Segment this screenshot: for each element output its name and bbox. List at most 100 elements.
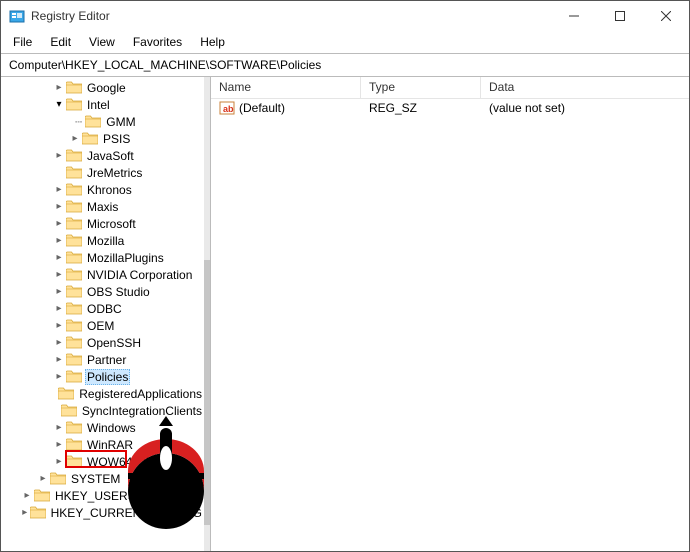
collapse-icon[interactable]: ▾: [53, 99, 65, 110]
window-title: Registry Editor: [31, 9, 110, 23]
tree-node-label: HKEY_USERS: [53, 489, 138, 503]
folder-icon: [66, 421, 82, 434]
tree-scroll-thumb[interactable]: [204, 260, 210, 525]
tree-node-label: Microsoft: [85, 217, 138, 231]
tree-node[interactable]: •SyncIntegrationClients: [5, 402, 204, 419]
tree-node-label: Mozilla: [85, 234, 126, 248]
column-name[interactable]: Name: [211, 77, 361, 98]
folder-icon: [50, 472, 66, 485]
tree-node[interactable]: ▸Maxis: [5, 198, 204, 215]
expand-icon[interactable]: ▸: [53, 337, 65, 348]
close-button[interactable]: [643, 1, 689, 31]
expand-icon[interactable]: ▸: [53, 371, 65, 382]
expand-icon[interactable]: ▸: [21, 507, 29, 518]
tree-node[interactable]: ▸ ODBC: [5, 300, 204, 317]
tree-node[interactable]: ▸ NVIDIA Corporation: [5, 266, 204, 283]
regedit-icon: [9, 8, 25, 24]
tree-node[interactable]: ▸JavaSoft: [5, 147, 204, 164]
maximize-button[interactable]: [597, 1, 643, 31]
tree-node-label: SyncIntegrationClients: [80, 404, 204, 418]
expand-icon[interactable]: ▸: [53, 201, 65, 212]
expand-icon[interactable]: ▸: [53, 252, 65, 263]
tree-node[interactable]: ▸ SYSTEM: [5, 470, 204, 487]
tree-node-label: Khronos: [85, 183, 134, 197]
expand-icon[interactable]: ▸: [53, 320, 65, 331]
tree-node-label: ODBC: [85, 302, 124, 316]
folder-icon: [66, 183, 82, 196]
tree-node[interactable]: ▾Intel: [5, 96, 204, 113]
folder-icon: [66, 268, 82, 281]
expand-icon[interactable]: ▸: [53, 456, 65, 467]
tree-node[interactable]: ▸ PSIS: [5, 130, 204, 147]
folder-icon: [66, 200, 82, 213]
folder-icon: [66, 251, 82, 264]
expand-icon[interactable]: ▸: [69, 133, 81, 144]
address-input[interactable]: [7, 57, 683, 73]
menu-favorites[interactable]: Favorites: [125, 33, 190, 51]
values-pane[interactable]: Name Type Data ab(Default)REG_SZ(value n…: [211, 77, 689, 551]
tree-node[interactable]: •┄GMM: [5, 113, 204, 130]
tree-node[interactable]: •JreMetrics: [5, 164, 204, 181]
tree-node[interactable]: ▸ HKEY_CURRENT_CONFIG: [5, 504, 204, 521]
tree-node[interactable]: ▸Partner: [5, 351, 204, 368]
expand-icon[interactable]: ▸: [53, 286, 65, 297]
tree-node-label: Policies: [85, 369, 130, 385]
menu-edit[interactable]: Edit: [42, 33, 79, 51]
tree-node[interactable]: •RegisteredApplications: [5, 385, 204, 402]
tree-node[interactable]: ▸ OBS Studio: [5, 283, 204, 300]
folder-icon: [66, 217, 82, 230]
expand-icon[interactable]: ▸: [53, 235, 65, 246]
expand-icon[interactable]: ▸: [53, 184, 65, 195]
menu-view[interactable]: View: [81, 33, 123, 51]
menu-bar: FileEditViewFavoritesHelp: [1, 31, 689, 53]
column-data[interactable]: Data: [481, 77, 689, 98]
expand-icon[interactable]: ▸: [53, 150, 65, 161]
minimize-button[interactable]: [551, 1, 597, 31]
menu-file[interactable]: File: [5, 33, 40, 51]
tree-node[interactable]: ▸ HKEY_USERS: [5, 487, 204, 504]
tree-pane[interactable]: ▸Google▾Intel•┄GMM ▸ PSIS▸JavaSoft•JreMetr…: [1, 77, 211, 551]
address-bar[interactable]: [1, 53, 689, 77]
title-bar[interactable]: Registry Editor: [1, 1, 689, 31]
tree-node[interactable]: ▸OEM: [5, 317, 204, 334]
menu-help[interactable]: Help: [192, 33, 233, 51]
expand-icon[interactable]: ▸: [53, 82, 65, 93]
tree-node-label: PSIS: [101, 132, 132, 146]
expand-icon[interactable]: ▸: [21, 490, 33, 501]
tree-node[interactable]: ▸MozillaPlugins: [5, 249, 204, 266]
value-data: (value not set): [481, 101, 689, 115]
expand-icon[interactable]: ▸: [53, 269, 65, 280]
tree-node-label: HKEY_CURRENT_CONFIG: [49, 506, 204, 520]
folder-icon: [66, 438, 82, 451]
tree-node-label: OBS Studio: [85, 285, 152, 299]
values-header[interactable]: Name Type Data: [211, 77, 689, 99]
folder-icon: [82, 132, 98, 145]
folder-icon: [66, 319, 82, 332]
column-type[interactable]: Type: [361, 77, 481, 98]
expand-icon[interactable]: ▸: [53, 354, 65, 365]
tree-node-label: SYSTEM: [69, 472, 122, 486]
expand-icon[interactable]: ▸: [53, 218, 65, 229]
folder-icon: [34, 489, 50, 502]
tree-node[interactable]: ▸ Microsoft: [5, 215, 204, 232]
folder-icon: [66, 285, 82, 298]
tree-node[interactable]: ▸ WinRAR: [5, 436, 204, 453]
tree-node[interactable]: ▸ Policies: [5, 368, 204, 385]
expand-icon[interactable]: ▸: [37, 473, 49, 484]
tree-node[interactable]: ▸Google: [5, 79, 204, 96]
expand-icon[interactable]: ▸: [53, 439, 65, 450]
tree-node[interactable]: ▸WOW6432Node: [5, 453, 204, 470]
folder-icon: [66, 81, 82, 94]
tree-node[interactable]: ▸OpenSSH: [5, 334, 204, 351]
tree-node[interactable]: ▸ Mozilla: [5, 232, 204, 249]
expand-icon[interactable]: ▸: [53, 422, 65, 433]
tree-node[interactable]: ▸Windows: [5, 419, 204, 436]
tree-node-label: WinRAR: [85, 438, 135, 452]
expand-icon[interactable]: ▸: [53, 303, 65, 314]
folder-icon: [66, 166, 82, 179]
value-row[interactable]: ab(Default)REG_SZ(value not set): [211, 99, 689, 117]
folder-icon: [66, 234, 82, 247]
tree-node-label: NVIDIA Corporation: [85, 268, 194, 282]
tree-node[interactable]: ▸ Khronos: [5, 181, 204, 198]
tree-scrollbar[interactable]: [204, 77, 210, 551]
